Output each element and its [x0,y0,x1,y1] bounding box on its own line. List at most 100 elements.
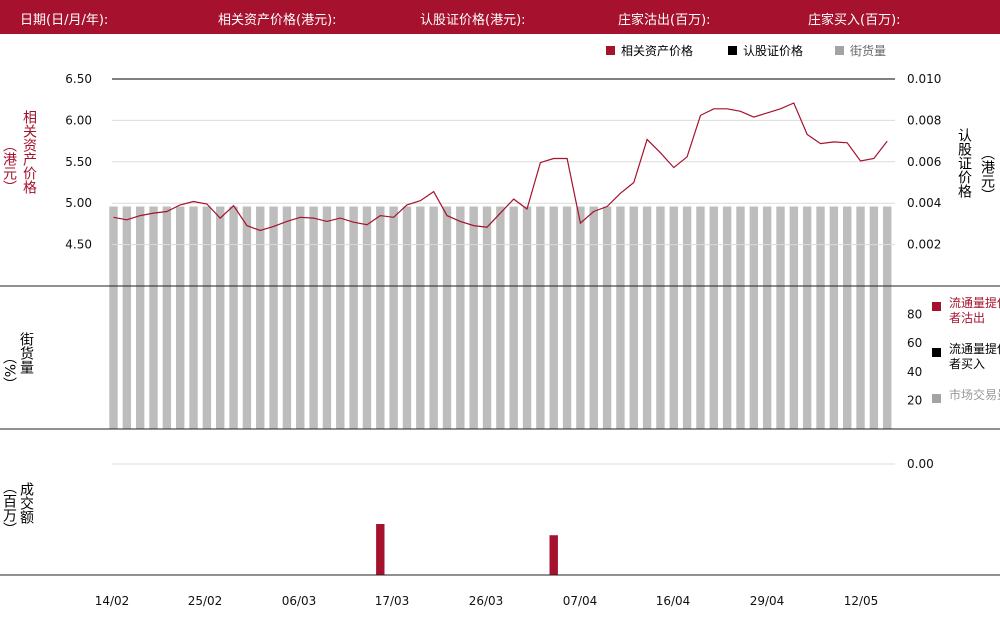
right-axis-ticks: 0.010 0.008 0.006 0.004 0.002 [907,72,941,252]
street-bar [135,206,145,286]
volume-bar [749,286,759,429]
street-bar [229,206,238,286]
volume-bar [256,286,265,429]
turnover-bar [376,524,385,575]
volume-tick-label: 20 [907,393,922,407]
volume-bar [229,286,238,429]
volume-bar [816,286,825,429]
volume-bar [883,286,892,429]
volume-tick-label: 60 [907,336,922,350]
street-bar [496,206,505,286]
right-axis-unit-text: （港元） [979,146,995,202]
volume-bar [709,286,718,429]
volume-bar [216,286,225,429]
legend-market-volume-swatch-icon [932,394,941,403]
volume-bar [776,286,785,429]
volume-bar [536,286,545,429]
left-tick-label: 5.00 [65,196,92,210]
left-axis-title: 相关资产价格 [17,110,37,230]
volume-bar [602,286,612,429]
x-tick-label: 06/03 [282,594,317,608]
turnover-tick-label: 0.00 [907,457,934,471]
street-bar [789,206,799,286]
turnover-axis-title-text: 成交额 [18,482,34,524]
street-bar [562,206,572,286]
street-bar [189,206,198,286]
x-tick-label: 14/02 [95,594,130,608]
street-bar [736,206,745,286]
right-tick-label: 0.004 [907,196,941,210]
volume-bar [282,286,292,429]
street-bar [682,206,692,286]
right-axis-title: 认股证价格 [955,128,972,198]
volume-bar [696,286,705,429]
street-bar [202,206,212,286]
street-bar [282,206,292,286]
street-bar [162,206,172,286]
legend-lp-sell-swatch-icon [932,302,941,311]
left-tick-label: 6.00 [65,113,92,127]
street-bar [802,206,812,286]
street-bar [362,206,372,286]
right-tick-label: 0.008 [907,113,941,127]
volume-bar [789,286,799,429]
turnover-axis-title: 成交额 [17,482,34,524]
street-bar [856,206,865,286]
street-bar [456,206,465,286]
street-bar [869,206,879,286]
left-axis-unit-text: （港元） [1,138,17,194]
street-bar [549,206,558,286]
x-tick-label: 07/04 [563,594,598,608]
x-tick-label: 12/05 [844,594,879,608]
volume-tick-label: 80 [907,308,922,322]
volume-bar [802,286,812,429]
volume-bar [456,286,465,429]
volume-axis-unit: （%） [0,350,17,391]
volume-bar [829,286,839,429]
street-bar [256,206,265,286]
street-bar [749,206,759,286]
street-bar [376,206,385,286]
left-axis-unit: （港元） [0,138,17,194]
volume-bar [522,286,532,429]
volume-bar [482,286,492,429]
volume-bar [135,286,145,429]
x-tick-label: 26/03 [469,594,504,608]
street-bar [349,206,358,286]
street-bar [669,206,678,286]
street-bar [576,206,585,286]
left-axis-title-text: 相关资产价格 [21,110,37,194]
volume-bar [269,286,278,429]
volume-bar [149,286,158,429]
volume-axis-ticks: 80 60 40 20 [907,308,922,408]
x-axis-labels: 14/02 25/02 06/03 17/03 26/03 07/04 16/04 29/04… [95,594,879,608]
volume-bar [576,286,585,429]
street-bar [402,206,412,286]
volume-bar [402,286,412,429]
volume-bar [336,286,345,429]
street-bar [642,206,652,286]
street-bar [522,206,532,286]
volume-bar [416,286,425,429]
volume-bar [362,286,372,429]
street-bar [883,206,892,286]
street-bar [709,206,718,286]
volume-bar [202,286,212,429]
street-bar [242,206,252,286]
volume-bar [496,286,505,429]
street-bar [696,206,705,286]
volume-bar [589,286,598,429]
street-bar [816,206,825,286]
volume-axis-title-text: 街货量 [18,332,34,374]
x-tick-label: 16/04 [656,594,691,608]
volume-bar [242,286,252,429]
volume-bar [616,286,625,429]
street-bar [722,206,732,286]
street-bar [843,206,852,286]
volume-bar [562,286,572,429]
street-bar [616,206,625,286]
street-bar [509,206,518,286]
volume-bars-group [109,286,892,429]
street-bar [442,206,452,286]
turnover-group: 0.00 [112,457,934,575]
